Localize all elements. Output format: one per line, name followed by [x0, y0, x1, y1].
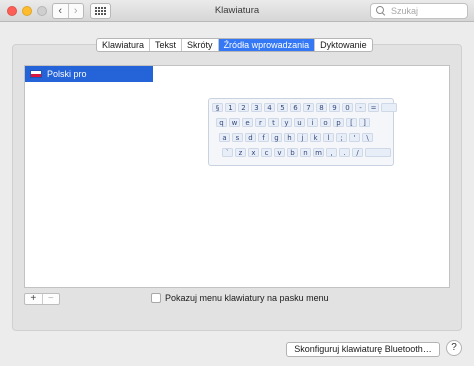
keyboard-key: d	[245, 133, 256, 142]
keyboard-key: 0	[342, 103, 353, 112]
keyboard-key: 1	[225, 103, 236, 112]
backspace-key	[381, 103, 397, 112]
show-keyboard-menu-label: Pokazuj menu klawiatury na pasku menu	[165, 293, 329, 303]
keyboard-key: x	[248, 148, 259, 157]
keyboard-key: v	[274, 148, 285, 157]
keyboard-row: q w e r t y u i o p[]	[216, 118, 372, 127]
keyboard-key: z	[235, 148, 246, 157]
keyboard-key: h	[284, 133, 295, 142]
right-shift-key	[365, 148, 391, 157]
keyboard-row: ` z x c v b n m,. /	[222, 148, 393, 157]
tab-1[interactable]: Tekst	[149, 39, 181, 51]
keyboard-row: § 1 2 3 4 5 6 7 8 9 0- =	[212, 103, 399, 112]
keyboard-key: =	[368, 103, 379, 112]
keyboard-key: g	[271, 133, 282, 142]
keyboard-key: 9	[329, 103, 340, 112]
search-input[interactable]	[391, 6, 461, 16]
keyboard-key: s	[232, 133, 243, 142]
keyboard-key: [	[346, 118, 357, 127]
show-keyboard-menu-checkbox[interactable]	[151, 293, 161, 303]
keyboard-key: k	[310, 133, 321, 142]
keyboard-key: f	[258, 133, 269, 142]
keyboard-row: a s d f g h j k l; ' \	[219, 133, 375, 142]
keyboard-key: n	[300, 148, 311, 157]
keyboard-key: m	[313, 148, 324, 157]
keyboard-key: o	[320, 118, 331, 127]
keyboard-key: j	[297, 133, 308, 142]
title-bar: ‹ › Klawiatura	[0, 0, 474, 22]
tab-2[interactable]: Skróty	[181, 39, 218, 51]
keyboard-key: a	[219, 133, 230, 142]
keyboard-key: y	[281, 118, 292, 127]
keyboard-key: §	[212, 103, 223, 112]
keyboard-key: i	[307, 118, 318, 127]
remove-input-source-button[interactable]: −	[41, 294, 60, 304]
show-keyboard-menu-option[interactable]: Pokazuj menu klawiatury na pasku menu	[151, 293, 329, 303]
setup-bluetooth-keyboard-button[interactable]: Skonfiguruj klawiaturę Bluetooth…	[286, 342, 440, 357]
keyboard-key: r	[255, 118, 266, 127]
keyboard-layout-preview: § 1 2 3 4 5 6 7 8 9 0- = q w e r t y u i o p[] a s d f g h j k l; ' \ ` z x…	[208, 98, 397, 166]
tab-bar: Klawiatura Tekst Skróty Źródła wprowadzania…	[96, 38, 373, 52]
keyboard-key: .	[339, 148, 350, 157]
list-controls: + −	[24, 293, 60, 305]
keyboard-key: q	[216, 118, 227, 127]
tab-3[interactable]: Źródła wprowadzania	[217, 39, 315, 51]
keyboard-key: ;	[336, 133, 347, 142]
keyboard-key: 3	[251, 103, 262, 112]
search-field[interactable]	[370, 3, 468, 19]
keyboard-key: 6	[290, 103, 301, 112]
keyboard-key: w	[229, 118, 240, 127]
keyboard-key: 5	[277, 103, 288, 112]
keyboard-key: /	[352, 148, 363, 157]
keyboard-key: p	[333, 118, 344, 127]
keyboard-key: '	[349, 133, 360, 142]
tab-0[interactable]: Klawiatura	[97, 39, 149, 51]
keyboard-key: 4	[264, 103, 275, 112]
keyboard-key: u	[294, 118, 305, 127]
keyboard-key: l	[323, 133, 334, 142]
keyboard-key: e	[242, 118, 253, 127]
search-icon	[376, 5, 387, 17]
input-sources-list[interactable]: Polski pro	[24, 65, 154, 288]
input-source-item[interactable]: Polski pro	[25, 66, 153, 82]
keyboard-key: \	[362, 133, 373, 142]
add-input-source-button[interactable]: +	[25, 294, 42, 304]
keyboard-key: ]	[359, 118, 370, 127]
keyboard-key: c	[261, 148, 272, 157]
keyboard-key: t	[268, 118, 279, 127]
input-source-label: Polski pro	[47, 69, 87, 79]
keyboard-key: 2	[238, 103, 249, 112]
help-button[interactable]: ?	[446, 340, 462, 356]
keyboard-key: 8	[316, 103, 327, 112]
keyboard-key: -	[355, 103, 366, 112]
keyboard-key: ,	[326, 148, 337, 157]
keyboard-key: `	[222, 148, 233, 157]
keyboard-key: 7	[303, 103, 314, 112]
tab-4[interactable]: Dyktowanie	[314, 39, 372, 51]
poland-flag-icon	[30, 70, 42, 78]
keyboard-key: b	[287, 148, 298, 157]
